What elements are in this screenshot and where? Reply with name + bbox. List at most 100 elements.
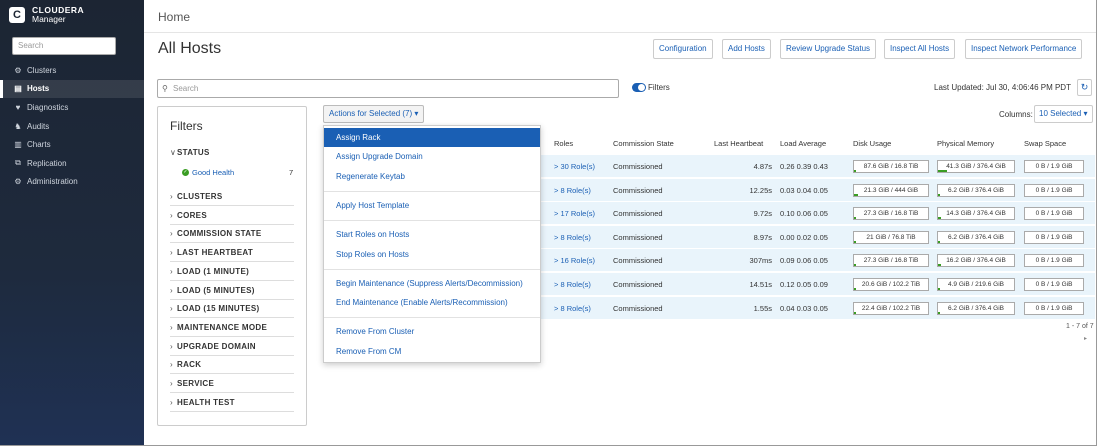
- table-row[interactable]: > 8 Role(s) Commissioned 12.25s 0.03 0.04 0…: [540, 178, 1095, 202]
- roles-link[interactable]: > 8 Role(s): [554, 186, 591, 195]
- last-updated: Last Updated: Jul 30, 4:06:46 PM PDT: [934, 83, 1071, 92]
- filter-group-label: RACK: [177, 360, 202, 370]
- swap-value: 0 B / 1.9 GiB: [1035, 257, 1073, 265]
- physical-memory-bar: 14.3 GiB / 376.4 GiB: [937, 207, 1015, 221]
- menu-item-apply-host-template[interactable]: Apply Host Template: [324, 196, 540, 215]
- filter-group-service[interactable]: › SERVICE: [170, 379, 294, 388]
- columns-select[interactable]: 10 Selected ▾: [1034, 105, 1093, 123]
- configuration-button[interactable]: Configuration: [653, 39, 713, 59]
- filter-group-load-5-minutes[interactable]: › LOAD (5 MINUTES): [170, 286, 294, 295]
- menu-item-assign-upgrade-domain[interactable]: Assign Upgrade Domain: [324, 147, 540, 166]
- filter-group-status[interactable]: ∨STATUS: [170, 148, 294, 157]
- scroll-right-icon[interactable]: ▸: [1084, 335, 1087, 342]
- roles-link[interactable]: > 8 Role(s): [554, 233, 591, 242]
- menu-item-remove-from-cm[interactable]: Remove From CM: [324, 342, 540, 361]
- disk-usage-bar: 20.6 GiB / 102.2 TiB: [853, 278, 929, 291]
- filters-toggle-label: Filters: [648, 83, 670, 92]
- last-heartbeat: 14.51s: [749, 280, 772, 289]
- chevron-right-icon: ›: [170, 322, 173, 332]
- chevron-right-icon: ›: [170, 266, 173, 276]
- filters-toggle[interactable]: [632, 83, 646, 92]
- chevron-right-icon: ›: [170, 379, 173, 388]
- pagination-info: 1 - 7 of 7: [1066, 323, 1094, 330]
- roles-link[interactable]: > 8 Role(s): [554, 304, 591, 313]
- filter-group-cores[interactable]: › CORES: [170, 211, 294, 220]
- last-heartbeat: 12.25s: [749, 185, 772, 195]
- cloudera-logo[interactable]: C CLOUDERA Manager: [9, 6, 84, 24]
- column-header[interactable]: Load Average: [780, 139, 826, 148]
- menu-item-begin-maintenance-suppress-alerts-decommission[interactable]: Begin Maintenance (Suppress Alerts/Decom…: [324, 274, 540, 293]
- menu-item-remove-from-cluster[interactable]: Remove From Cluster: [324, 322, 540, 341]
- sidebar-item-label: Administration: [27, 177, 78, 187]
- sidebar-item-label: Replication: [27, 158, 67, 168]
- roles-link[interactable]: > 16 Role(s): [554, 256, 595, 265]
- inspect-all-hosts-button[interactable]: Inspect All Hosts: [884, 39, 956, 59]
- last-heartbeat: 307ms: [749, 256, 772, 266]
- chevron-right-icon: ›: [170, 304, 173, 314]
- column-header[interactable]: Physical Memory: [937, 139, 994, 148]
- disk-usage-bar: 21.3 GiB / 444 GiB: [853, 183, 929, 197]
- menu-item-assign-rack[interactable]: Assign Rack: [324, 128, 540, 147]
- disk-usage-bar: 87.6 GiB / 16.8 TiB: [853, 160, 929, 173]
- column-header[interactable]: Swap Space: [1024, 139, 1066, 148]
- column-header[interactable]: Roles: [554, 139, 573, 148]
- menu-item-stop-roles-on-hosts[interactable]: Stop Roles on Hosts: [324, 245, 540, 264]
- chevron-down-icon: ∨: [170, 148, 177, 157]
- disk-usage-bar: 27.3 GiB / 16.8 TiB: [853, 254, 929, 268]
- sidebar-item-administration[interactable]: ⚙ Administration: [0, 173, 144, 192]
- actions-for-selected-button[interactable]: Actions for Selected (7) ▾: [323, 105, 425, 123]
- swap-space-bar: 0 B / 1.9 GiB: [1024, 254, 1084, 268]
- column-header[interactable]: Last Heartbeat: [714, 139, 763, 148]
- roles-link[interactable]: > 17 Role(s): [554, 209, 595, 218]
- table-row[interactable]: > 30 Role(s) Commissioned 4.87s 0.26 0.39 0…: [540, 155, 1095, 178]
- filter-group-upgrade-domain[interactable]: › UPGRADE DOMAIN: [170, 342, 294, 351]
- filter-group-label: HEALTH TEST: [177, 397, 235, 407]
- refresh-button[interactable]: ↻: [1077, 79, 1092, 96]
- hosts-search-input[interactable]: ⚲ Search: [157, 79, 619, 98]
- sidebar-item-clusters[interactable]: ⚙ Clusters: [0, 61, 144, 80]
- inspect-network-performance-button[interactable]: Inspect Network Performance: [965, 39, 1083, 59]
- table-row[interactable]: > 8 Role(s) Commissioned 1.55s 0.04 0.03 0.…: [540, 296, 1095, 320]
- filters-title: Filters: [170, 119, 203, 133]
- disk-usage-bar: 22.4 GiB / 102.2 TiB: [853, 301, 929, 315]
- table-row[interactable]: > 16 Role(s) Commissioned 307ms 0.09 0.06 0…: [540, 249, 1095, 273]
- filter-good-health[interactable]: ✓ Good Health: [182, 168, 234, 177]
- add-hosts-button[interactable]: Add Hosts: [722, 39, 771, 59]
- breadcrumb[interactable]: Home: [158, 10, 190, 24]
- roles-link[interactable]: > 30 Role(s): [554, 162, 595, 171]
- table-row[interactable]: > 17 Role(s) Commissioned 9.72s 0.10 0.06 0…: [540, 202, 1095, 226]
- menu-item-start-roles-on-hosts[interactable]: Start Roles on Hosts: [324, 225, 540, 244]
- filter-group-clusters[interactable]: › CLUSTERS: [170, 192, 294, 201]
- filter-group-label: COMMISSION STATE: [177, 229, 262, 239]
- filter-group-load-15-minutes[interactable]: › LOAD (15 MINUTES): [170, 304, 294, 313]
- column-header[interactable]: Disk Usage: [853, 139, 891, 148]
- filter-group-rack[interactable]: › RACK: [170, 360, 294, 369]
- good-health-count: 7: [289, 168, 294, 177]
- filter-group-label: STATUS: [177, 148, 210, 157]
- search-placeholder: Search: [173, 84, 199, 93]
- filter-group-health-test[interactable]: › HEALTH TEST: [170, 398, 294, 407]
- sidebar-item-diagnostics[interactable]: ♥ Diagnostics: [0, 98, 144, 117]
- sidebar-item-charts[interactable]: ▥ Charts: [0, 135, 144, 154]
- menu-item-regenerate-keytab[interactable]: Regenerate Keytab: [324, 167, 540, 186]
- sidebar-search-input[interactable]: Search: [12, 37, 116, 55]
- filter-group-last-heartbeat[interactable]: › LAST HEARTBEAT: [170, 248, 294, 257]
- roles-link[interactable]: > 8 Role(s): [554, 280, 591, 289]
- table-row[interactable]: > 8 Role(s) Commissioned 8.97s 0.00 0.02 0.…: [540, 225, 1095, 249]
- column-header[interactable]: Commission State: [613, 139, 674, 148]
- filter-group-commission-state[interactable]: › COMMISSION STATE: [170, 229, 294, 238]
- sidebar-item-audits[interactable]: ♞ Audits: [0, 117, 144, 136]
- filter-group-label: UPGRADE DOMAIN: [177, 341, 256, 351]
- brand-subtitle: Manager: [32, 14, 66, 24]
- last-heartbeat: 8.97s: [753, 232, 772, 242]
- filter-group-maintenance-mode[interactable]: › MAINTENANCE MODE: [170, 323, 294, 332]
- table-row[interactable]: > 8 Role(s) Commissioned 14.51s 0.12 0.05 0…: [540, 273, 1095, 296]
- review-upgrade-status-button[interactable]: Review Upgrade Status: [780, 39, 877, 59]
- filter-group-load-1-minute[interactable]: › LOAD (1 MINUTE): [170, 267, 294, 276]
- load-average: 0.12 0.05 0.09: [780, 280, 828, 289]
- menu-item-end-maintenance-enable-alerts-recommission[interactable]: End Maintenance (Enable Alerts/Recommiss…: [324, 293, 540, 312]
- sidebar-item-hosts[interactable]: ▤ Hosts: [0, 79, 144, 99]
- disk-usage-fill: [854, 288, 856, 290]
- sidebar-item-replication[interactable]: ⧉ Replication: [0, 154, 144, 173]
- filter-divider: [170, 205, 294, 206]
